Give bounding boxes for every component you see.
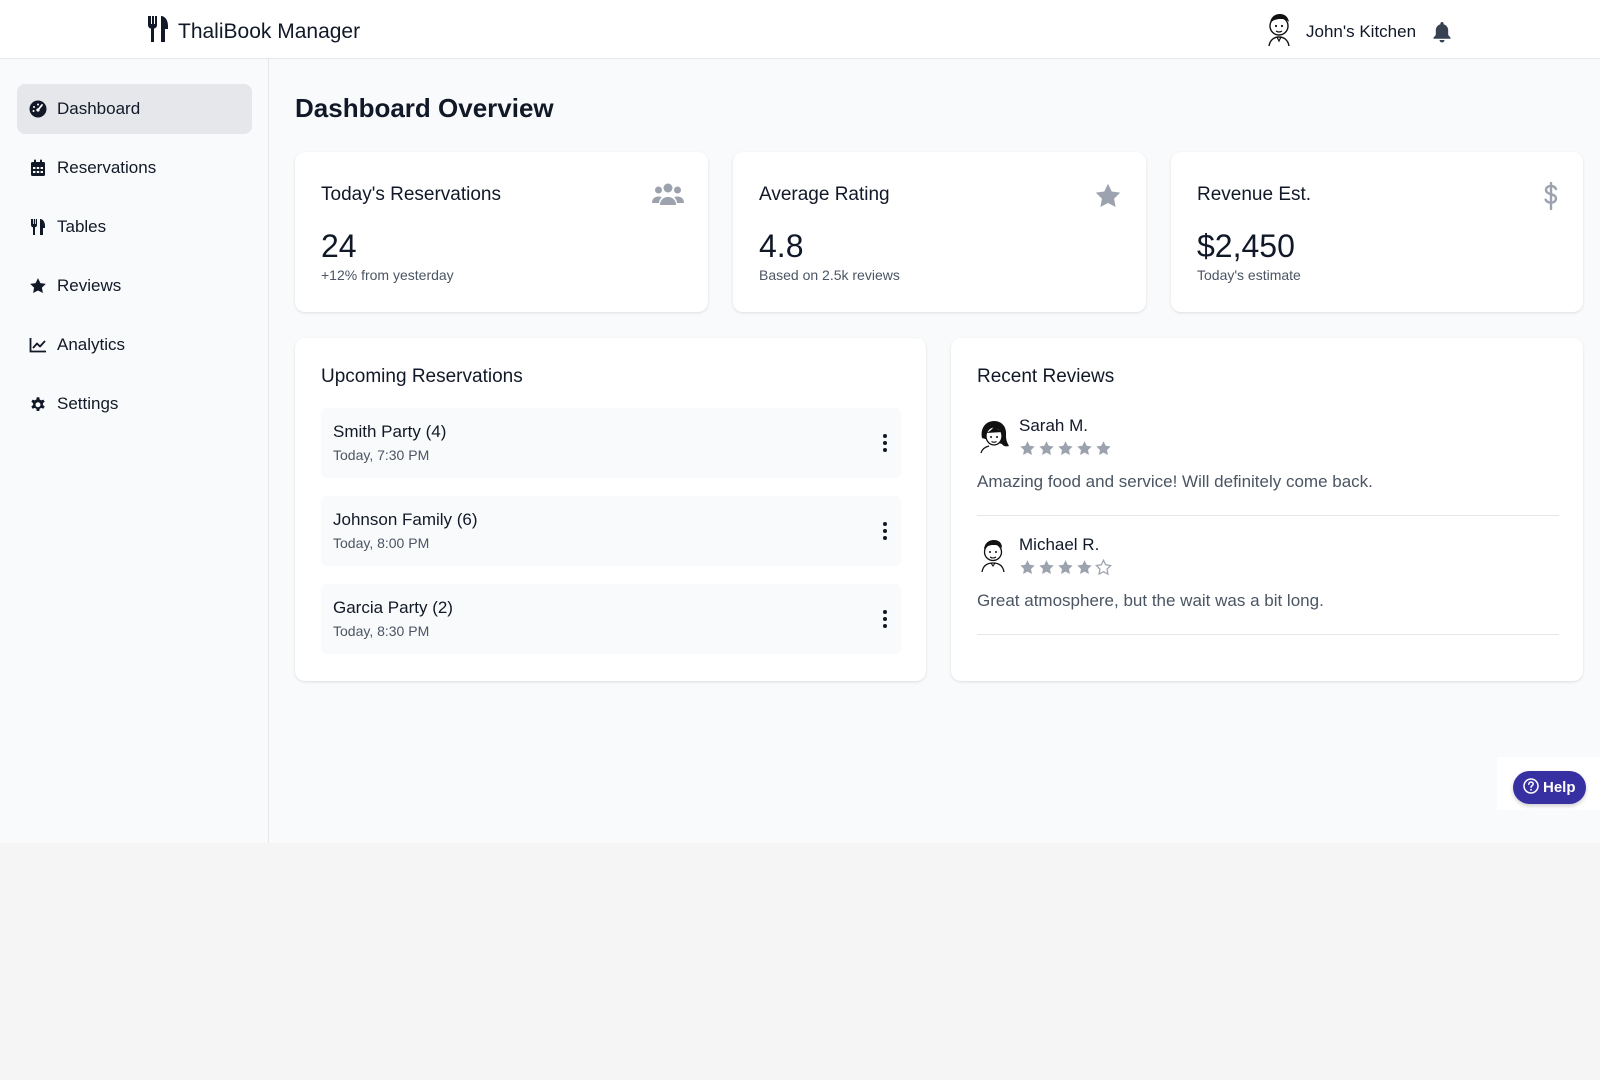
- stat-label: Average Rating: [759, 184, 890, 205]
- star-icon: [29, 277, 47, 295]
- sidebar-item-dashboard[interactable]: Dashboard: [17, 84, 252, 134]
- stat-value: 4.8: [759, 228, 804, 264]
- recent-reviews-card: Recent Reviews Sarah M. Amazing food and…: [951, 338, 1583, 681]
- star-filled-icon: [1095, 440, 1112, 462]
- stat-value: 24: [321, 228, 357, 264]
- star-icon: [1094, 182, 1122, 215]
- sidebar-item-label: Tables: [57, 217, 107, 236]
- help-container: Help: [1497, 757, 1600, 810]
- more-options-icon[interactable]: [879, 518, 891, 544]
- help-label: Help: [1543, 779, 1576, 796]
- reservation-time: Today, 7:30 PM: [333, 447, 430, 463]
- calendar-icon: [29, 159, 47, 177]
- stat-card-reservations: Today's Reservations 24 +12% from yester…: [295, 152, 708, 312]
- reservation-name: Garcia Party (2): [333, 598, 453, 617]
- reservation-item[interactable]: Smith Party (4) Today, 7:30 PM: [321, 408, 901, 478]
- stat-subtext: +12% from yesterday: [321, 267, 454, 283]
- sidebar-item-label: Settings: [57, 394, 119, 413]
- star-filled-icon: [1076, 440, 1093, 462]
- sidebar-item-reservations[interactable]: Reservations: [17, 143, 252, 193]
- utensils-icon: [146, 15, 170, 48]
- sidebar-item-reviews[interactable]: Reviews: [17, 261, 252, 311]
- section-title: Recent Reviews: [977, 366, 1115, 387]
- question-circle-icon: [1523, 777, 1539, 798]
- star-empty-icon: [1094, 558, 1113, 581]
- app-title: ThaliBook Manager: [178, 19, 361, 43]
- user-name: John's Kitchen: [1306, 21, 1417, 41]
- star-filled-icon: [1038, 440, 1055, 462]
- gear-icon: [29, 395, 47, 413]
- chart-line-icon: [29, 336, 47, 354]
- star-rating: [1019, 558, 1113, 581]
- stat-card-revenue: Revenue Est. $2,450 Today's estimate: [1171, 152, 1583, 312]
- avatar: [977, 537, 1009, 578]
- stat-label: Revenue Est.: [1197, 184, 1312, 205]
- top-bar: ThaliBook Manager John's Kitchen: [0, 0, 1600, 59]
- sidebar-item-settings[interactable]: Settings: [17, 379, 252, 429]
- dollar-icon: [1543, 181, 1559, 215]
- upcoming-reservations-card: Upcoming Reservations Smith Party (4) To…: [295, 338, 926, 681]
- sidebar-item-label: Reviews: [57, 276, 122, 295]
- bell-icon[interactable]: [1432, 21, 1452, 43]
- reservation-time: Today, 8:00 PM: [333, 535, 430, 551]
- star-filled-icon: [1057, 559, 1074, 581]
- stat-value: $2,450: [1197, 228, 1295, 264]
- sidebar: Dashboard Reservations Tables Reviews An…: [0, 59, 269, 843]
- review-item: Michael R. Great atmosphere, but the wai…: [977, 531, 1559, 635]
- stat-label: Today's Reservations: [321, 184, 501, 205]
- reservation-name: Smith Party (4): [333, 422, 447, 441]
- sidebar-item-tables[interactable]: Tables: [17, 202, 252, 252]
- app-shell: ThaliBook Manager John's Kitchen Dashboa…: [0, 0, 1600, 843]
- sidebar-item-analytics[interactable]: Analytics: [17, 320, 252, 370]
- reservation-name: Johnson Family (6): [333, 510, 478, 529]
- page-title: Dashboard Overview: [295, 93, 554, 123]
- user-area: John's Kitchen: [1264, 11, 1452, 52]
- more-options-icon[interactable]: [879, 606, 891, 632]
- review-text: Amazing food and service! Will definitel…: [977, 472, 1373, 491]
- reviewer-name: Sarah M.: [1019, 416, 1088, 435]
- star-filled-icon: [1019, 559, 1036, 581]
- star-filled-icon: [1057, 440, 1074, 462]
- stat-card-rating: Average Rating 4.8 Based on 2.5k reviews: [733, 152, 1146, 312]
- review-item: Sarah M. Amazing food and service! Will …: [977, 412, 1559, 516]
- review-text: Great atmosphere, but the wait was a bit…: [977, 591, 1324, 610]
- gauge-icon: [29, 100, 47, 118]
- stat-subtext: Today's estimate: [1197, 267, 1301, 283]
- sidebar-item-label: Reservations: [57, 158, 157, 177]
- brand[interactable]: ThaliBook Manager: [146, 15, 360, 48]
- utensils-icon: [29, 218, 47, 236]
- stat-subtext: Based on 2.5k reviews: [759, 267, 900, 283]
- reservation-time: Today, 8:30 PM: [333, 623, 430, 639]
- help-button[interactable]: Help: [1513, 771, 1586, 804]
- star-filled-icon: [1038, 559, 1055, 581]
- users-icon: [652, 182, 684, 213]
- sidebar-item-label: Dashboard: [57, 99, 141, 118]
- section-title: Upcoming Reservations: [321, 366, 523, 387]
- star-filled-icon: [1019, 440, 1036, 462]
- avatar: [977, 418, 1011, 459]
- star-rating: [1019, 440, 1112, 462]
- reservation-item[interactable]: Garcia Party (2) Today, 8:30 PM: [321, 584, 901, 654]
- reservation-item[interactable]: Johnson Family (6) Today, 8:00 PM: [321, 496, 901, 566]
- avatar[interactable]: [1264, 11, 1294, 52]
- sidebar-item-label: Analytics: [57, 335, 126, 354]
- star-filled-icon: [1076, 559, 1093, 581]
- more-options-icon[interactable]: [879, 430, 891, 456]
- reviewer-name: Michael R.: [1019, 535, 1100, 554]
